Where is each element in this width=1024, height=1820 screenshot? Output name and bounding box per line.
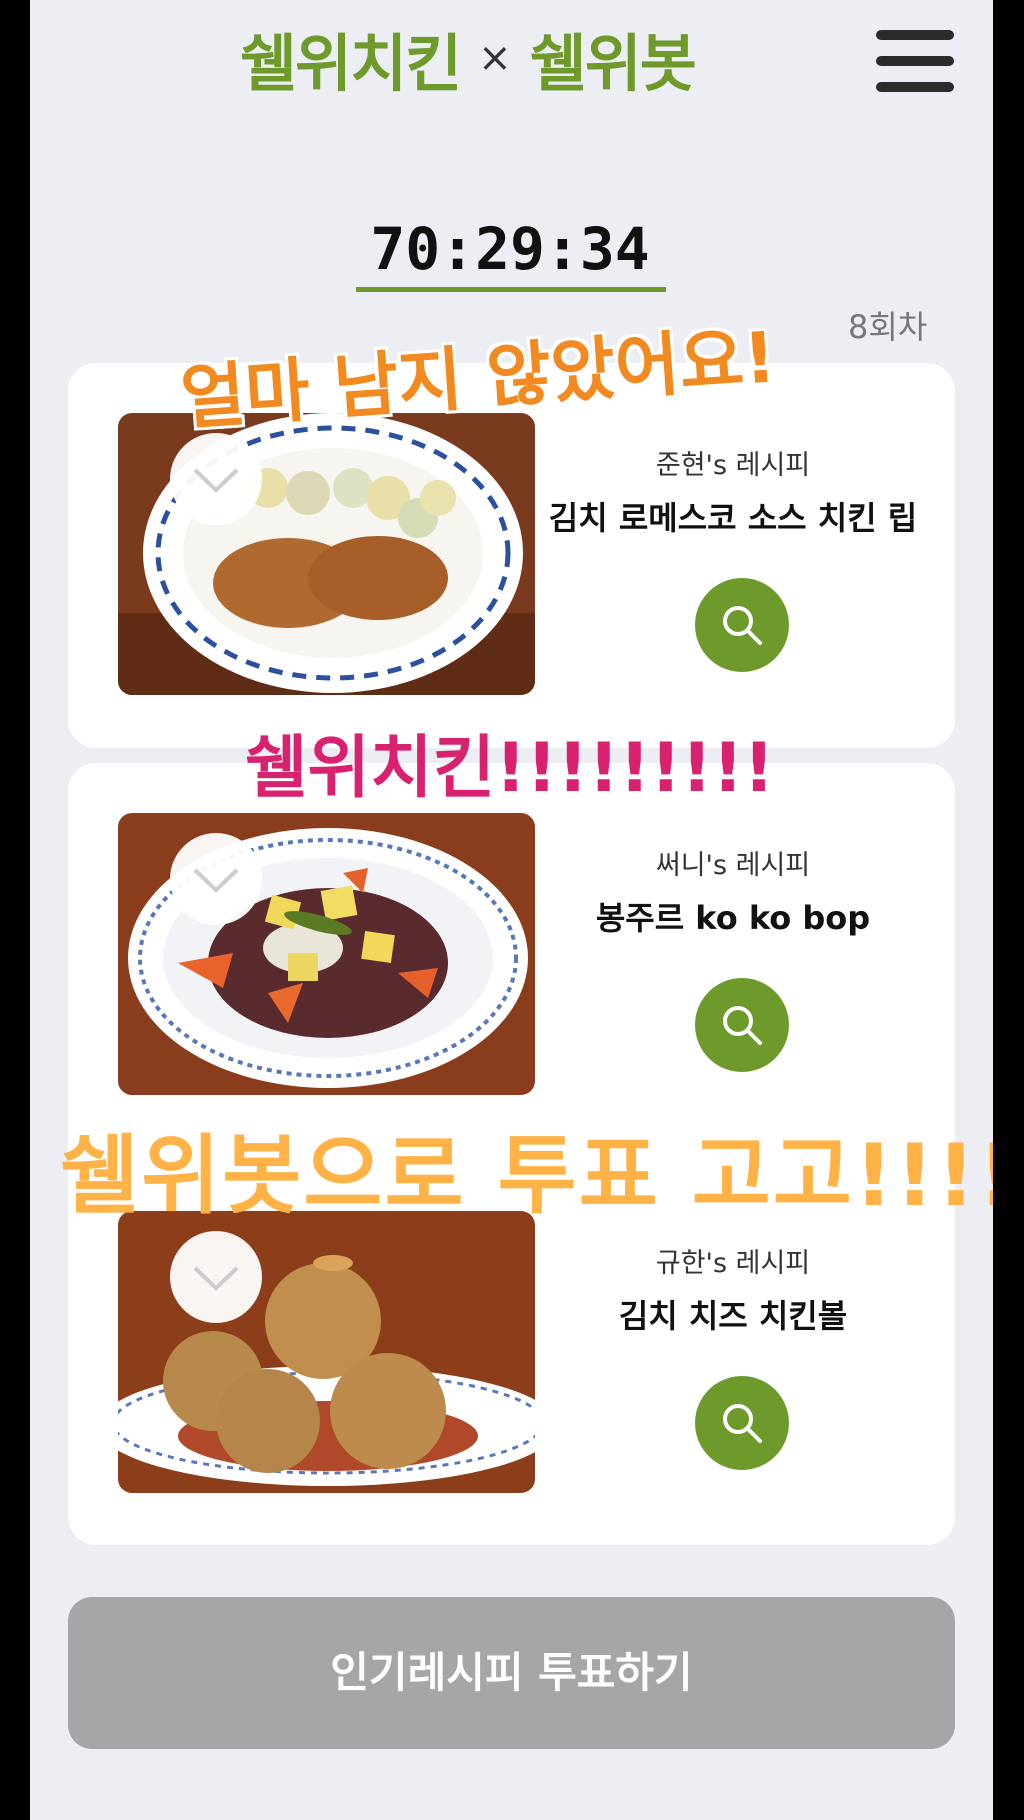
recipe-title: 김치 로메스코 소스 치킨 립: [548, 499, 918, 537]
recipe-author: 준현's 레시피: [655, 450, 811, 481]
recipe-photo[interactable]: [118, 413, 535, 695]
recipe-title: 김치 치즈 치킨볼: [618, 1297, 848, 1335]
overlay-text-2: 쉘위치킨!!!!!!!!!: [245, 729, 775, 808]
search-icon[interactable]: [695, 978, 789, 1072]
check-icon[interactable]: [170, 1231, 262, 1323]
header: 쉘위치킨 × 쉘위봇: [30, 0, 993, 120]
recipe-author: 써니's 레시피: [655, 850, 811, 881]
overlay-text-3: 쉘위봇으로 투표 고고!!!!: [60, 1126, 993, 1226]
logo-right: 쉘위봇: [529, 27, 697, 100]
logo-left: 쉘위치킨: [240, 27, 462, 100]
recipe-author: 규한's 레시피: [655, 1248, 811, 1279]
logo: 쉘위치킨 × 쉘위봇: [240, 18, 697, 100]
logo-separator: ×: [478, 35, 512, 81]
check-icon[interactable]: [170, 433, 262, 525]
app-screen: 쉘위치킨 × 쉘위봇 70:29:34 8회차 준현's 레시피 김치 로메스코…: [30, 0, 993, 1820]
recipe-photo[interactable]: [118, 1211, 535, 1493]
check-icon[interactable]: [170, 833, 262, 925]
timer-underline: [356, 287, 666, 292]
hamburger-icon[interactable]: [876, 30, 954, 92]
recipe-photo[interactable]: [118, 813, 535, 1095]
recipe-card: 준현's 레시피 김치 로메스코 소스 치킨 립: [88, 413, 975, 698]
countdown-timer: 70:29:34: [370, 215, 650, 283]
round-label: 8회차: [848, 308, 928, 346]
recipe-title: 봉주르 ko ko bop: [595, 899, 871, 937]
search-icon[interactable]: [695, 578, 789, 672]
recipe-card: 써니's 레시피 봉주르 ko ko bop: [88, 813, 975, 1098]
search-icon[interactable]: [695, 1376, 789, 1470]
recipe-card: 규한's 레시피 김치 치즈 치킨볼: [88, 1211, 975, 1496]
vote-button[interactable]: 인기레시피 투표하기: [68, 1597, 955, 1749]
